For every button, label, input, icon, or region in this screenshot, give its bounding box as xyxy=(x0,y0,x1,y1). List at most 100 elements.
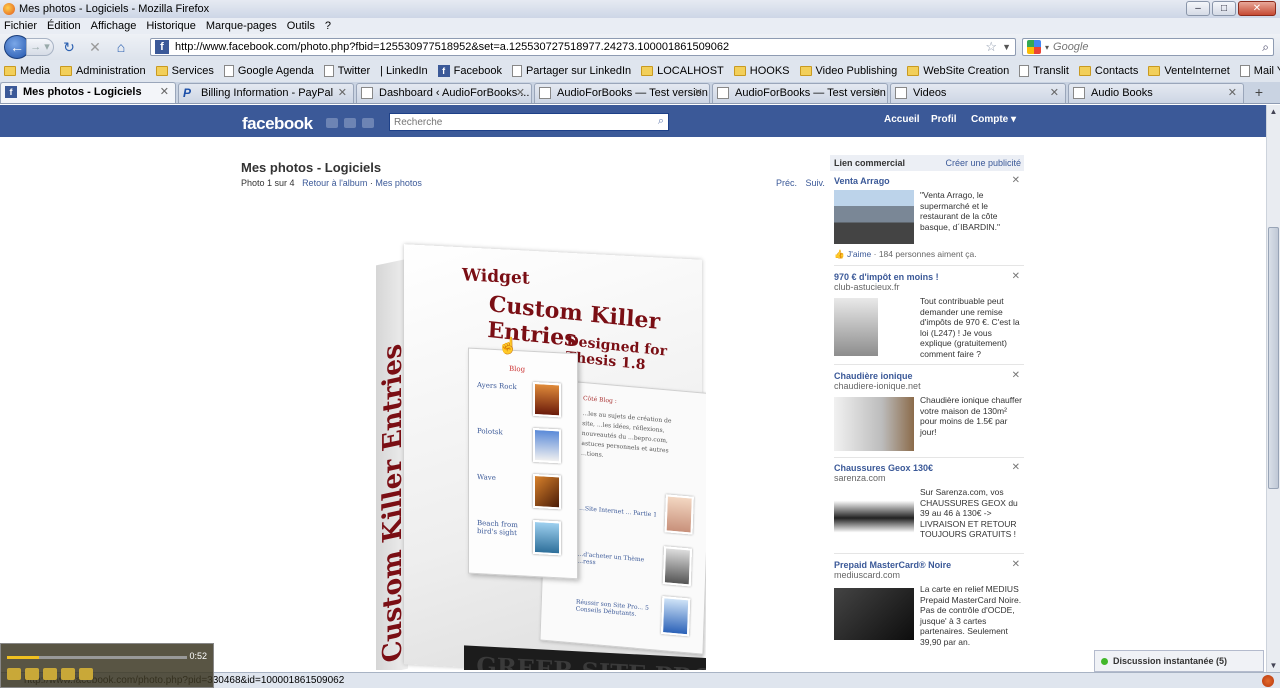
menu-help[interactable]: ? xyxy=(325,20,331,32)
bookmark-item[interactable]: HOOKS xyxy=(733,65,790,77)
ad-image[interactable] xyxy=(834,298,878,356)
nav-compte[interactable]: Compte ▾ xyxy=(971,114,1016,125)
bookmark-item[interactable]: Contacts xyxy=(1078,65,1138,77)
bookmark-item[interactable]: | LinkedIn xyxy=(380,65,428,77)
ad-image[interactable] xyxy=(834,190,914,244)
google-engine-icon[interactable] xyxy=(1027,40,1041,54)
menu-outils[interactable]: Outils xyxy=(287,20,315,32)
ad-mastercard[interactable]: Prepaid MasterCard® Noire mediuscard.com… xyxy=(834,559,1024,647)
ad-chaudiere[interactable]: Chaudière ionique chaudiere-ionique.net … xyxy=(834,370,1024,451)
bookmark-item[interactable]: Partager sur LinkedIn xyxy=(511,65,631,77)
search-bar[interactable]: ▾ ⌕ xyxy=(1022,38,1274,56)
url-dropdown-icon[interactable]: ▼ xyxy=(1002,39,1011,56)
menu-edition[interactable]: Édition xyxy=(47,20,81,32)
next-link[interactable]: Suiv. xyxy=(806,178,825,188)
close-tab-icon[interactable]: ✕ xyxy=(1050,84,1059,102)
fullscreen-icon[interactable] xyxy=(79,668,93,680)
ad-title[interactable]: Chaudière ionique xyxy=(834,371,1024,381)
chat-bar[interactable]: Discussion instantanée (5) xyxy=(1094,650,1264,672)
browser-tab[interactable]: Videos ✕ xyxy=(890,83,1066,103)
bookmark-item[interactable]: Video Publishing xyxy=(799,65,897,77)
my-photos-link[interactable]: Mes photos xyxy=(375,178,422,188)
browser-tab[interactable]: Audio Books ✕ xyxy=(1068,83,1244,103)
bookmark-item[interactable]: Twitter xyxy=(323,65,370,77)
ad-venta-arrago[interactable]: Venta Arrago ✕ "Venta Arrago, le superma… xyxy=(834,175,1024,259)
new-tab-button[interactable]: + xyxy=(1248,83,1270,103)
menu-historique[interactable]: Historique xyxy=(146,20,196,32)
addon-status-icon[interactable] xyxy=(1262,675,1274,687)
previous-link[interactable]: Préc. xyxy=(776,178,797,188)
stop-icon[interactable] xyxy=(43,668,57,680)
close-tab-icon[interactable]: ✕ xyxy=(694,84,703,102)
notifications-icon[interactable] xyxy=(362,118,374,128)
volume-icon[interactable] xyxy=(61,668,75,680)
close-tab-icon[interactable]: ✕ xyxy=(872,84,881,102)
facebook-search-input[interactable] xyxy=(390,114,640,130)
nav-profil[interactable]: Profil xyxy=(931,114,957,125)
bookmark-item[interactable]: Administration xyxy=(59,65,146,77)
close-ad-icon[interactable]: ✕ xyxy=(1012,271,1020,282)
ad-title[interactable]: Venta Arrago xyxy=(834,176,1024,186)
maximize-button[interactable]: □ xyxy=(1212,1,1236,16)
ad-image[interactable] xyxy=(834,397,914,451)
chat-label[interactable]: Discussion instantanée (5) xyxy=(1113,656,1227,666)
bookmark-item[interactable]: LOCALHOST xyxy=(641,65,724,77)
nav-accueil[interactable]: Accueil xyxy=(884,114,920,125)
ad-title[interactable]: 970 € d'impôt en moins ! xyxy=(834,272,1024,282)
menu-marque-pages[interactable]: Marque-pages xyxy=(206,20,277,32)
facebook-logo[interactable]: facebook xyxy=(242,114,313,134)
bookmark-item[interactable]: Media xyxy=(4,65,50,77)
ad-image[interactable] xyxy=(834,489,914,547)
forward-button[interactable]: → ▾ xyxy=(26,38,54,56)
menu-fichier[interactable]: Fichier xyxy=(4,20,37,32)
back-to-album-link[interactable]: Retour à l'album xyxy=(302,178,367,188)
engine-dropdown-icon[interactable]: ▾ xyxy=(1045,43,1049,52)
browser-tab[interactable]: AudioForBooks — Test version ✕ xyxy=(712,83,888,103)
reload-button[interactable]: ↻ xyxy=(58,37,80,57)
minimize-button[interactable]: – xyxy=(1186,1,1210,16)
photo-image[interactable]: Custom Killer Entries Widget Custom Kill… xyxy=(376,238,706,670)
close-tab-icon[interactable]: ✕ xyxy=(516,84,525,102)
address-bar[interactable]: f http://www.facebook.com/photo.php?fbid… xyxy=(150,38,1016,56)
close-ad-icon[interactable]: ✕ xyxy=(1012,559,1020,570)
web-search-input[interactable] xyxy=(1053,41,1254,53)
stop-button[interactable]: ✕ xyxy=(84,37,106,57)
close-ad-icon[interactable]: ✕ xyxy=(1012,370,1020,381)
pause-icon[interactable] xyxy=(25,668,39,680)
create-ad-link[interactable]: Créer une publicité xyxy=(945,158,1021,168)
scroll-thumb[interactable] xyxy=(1268,227,1279,489)
bookmark-item[interactable]: Translit xyxy=(1019,65,1069,77)
bookmark-item[interactable]: Services xyxy=(155,65,214,77)
scroll-down-icon[interactable]: ▼ xyxy=(1267,659,1280,673)
search-icon[interactable]: ⌕ xyxy=(1262,40,1269,55)
bookmark-item[interactable]: WebSite Creation xyxy=(907,65,1009,77)
video-player-overlay[interactable]: 0:52 xyxy=(0,643,214,688)
messages-icon[interactable] xyxy=(344,118,356,128)
ad-title[interactable]: Chaussures Geox 130€ xyxy=(834,463,1024,473)
bookmark-item[interactable]: Google Agenda xyxy=(223,65,314,77)
ad-geox[interactable]: Chaussures Geox 130€ sarenza.com ✕ Sur S… xyxy=(834,462,1024,547)
scroll-up-icon[interactable]: ▲ xyxy=(1267,105,1280,119)
browser-tab[interactable]: f Mes photos - Logiciels ✕ xyxy=(0,82,176,103)
play-icon[interactable] xyxy=(7,668,21,680)
video-progress-bar[interactable] xyxy=(7,656,187,659)
browser-tab[interactable]: P Billing Information - PayPal ✕ xyxy=(178,83,354,103)
bookmark-item[interactable]: f Facebook xyxy=(437,65,502,77)
ad-impot[interactable]: 970 € d'impôt en moins ! club-astucieux.… xyxy=(834,271,1024,359)
ad-title[interactable]: Prepaid MasterCard® Noire xyxy=(834,560,1024,570)
bookmark-item[interactable]: VenteInternet xyxy=(1148,65,1230,77)
menu-affichage[interactable]: Affichage xyxy=(91,20,137,32)
browser-tab[interactable]: AudioForBooks — Test version ✕ xyxy=(534,83,710,103)
ad-image[interactable] xyxy=(834,588,914,640)
bookmark-star-icon[interactable]: ☆ xyxy=(985,39,997,55)
close-tab-icon[interactable]: ✕ xyxy=(338,84,347,102)
bookmark-item[interactable]: Mail Yahoo xyxy=(1239,65,1280,77)
vertical-scrollbar[interactable]: ▲ ▼ xyxy=(1266,105,1280,673)
facebook-search[interactable]: ⌕ xyxy=(389,113,669,131)
browser-tab[interactable]: Dashboard ‹ AudioForBooks ... ✕ xyxy=(356,83,532,103)
close-tab-icon[interactable]: ✕ xyxy=(1228,84,1237,102)
close-tab-icon[interactable]: ✕ xyxy=(160,83,169,101)
home-button[interactable]: ⌂ xyxy=(110,37,132,57)
close-window-button[interactable]: ✕ xyxy=(1238,1,1276,16)
like-link[interactable]: J'aime xyxy=(847,249,871,259)
